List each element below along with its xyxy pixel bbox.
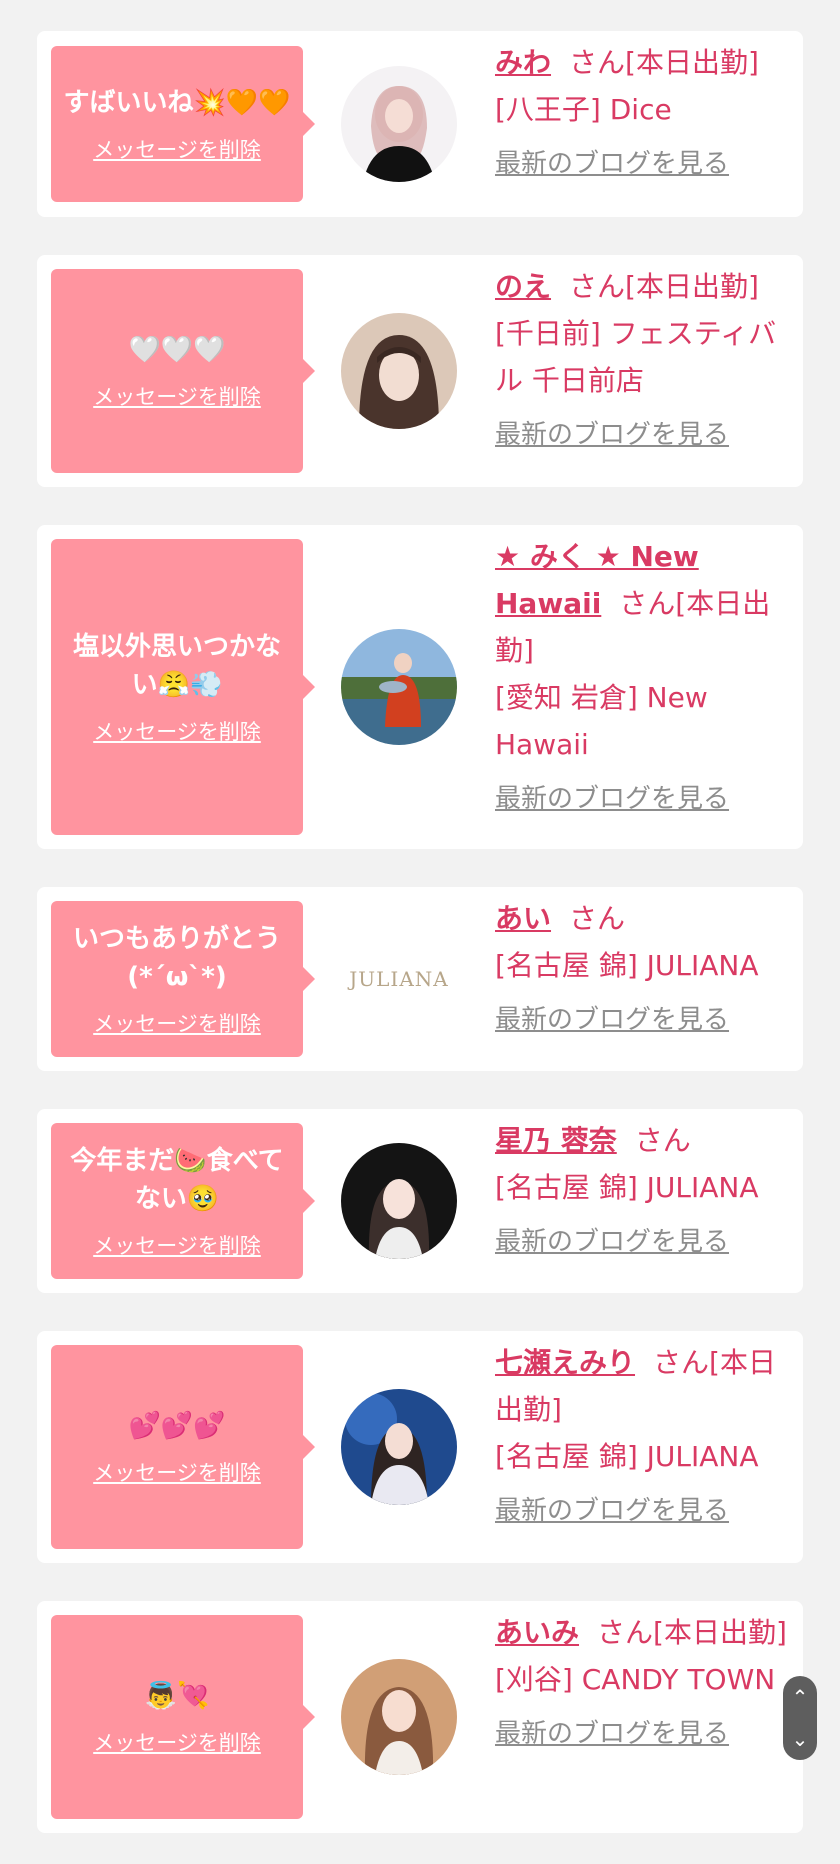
- message-bubble: 今年まだ🍉食べてない🥹 メッセージを削除: [51, 1123, 315, 1279]
- delete-message-link[interactable]: メッセージを削除: [93, 1230, 261, 1260]
- avatar[interactable]: [341, 629, 457, 745]
- scroll-control: ⌃ ⌄: [783, 1676, 817, 1760]
- cast-name-link[interactable]: のえ: [495, 270, 551, 303]
- cast-status: さん[本日出勤]: [569, 270, 759, 303]
- cast-name-link[interactable]: あいみ: [495, 1616, 579, 1649]
- message-bubble: 💕💕💕 メッセージを削除: [51, 1345, 315, 1549]
- shop-name: [名古屋 錦] JULIANA: [495, 1440, 759, 1473]
- message-text: いつもありがとう(*´ω`*): [72, 924, 281, 992]
- shop-logo-text: JULIANA: [349, 967, 449, 991]
- cast-info: のえ さん[本日出勤] [千日前] フェスティバル 千日前店 最新のブログを見る: [495, 263, 795, 452]
- message-card: 🤍🤍🤍 メッセージを削除 のえ さん[本日出勤] [千日前] フェスティバル 千日…: [37, 255, 803, 487]
- message-bubble: すばいいね💥🧡🧡 メッセージを削除: [51, 46, 315, 202]
- cast-name-link[interactable]: 七瀬えみり: [495, 1346, 635, 1379]
- avatar[interactable]: [341, 313, 457, 429]
- message-text: 塩以外思いつかない😤💨: [72, 632, 281, 700]
- latest-blog-link[interactable]: 最新のブログを見る: [495, 782, 795, 816]
- message-card: 👼💘 メッセージを削除 あいみ さん[本日出勤] [刈谷] CANDY TOWN …: [37, 1601, 803, 1833]
- cast-status: さん[本日出勤]: [569, 46, 759, 79]
- cast-info: 星乃 蓉奈 さん [名古屋 錦] JULIANA 最新のブログを見る: [495, 1117, 795, 1259]
- latest-blog-link[interactable]: 最新のブログを見る: [495, 1717, 795, 1751]
- message-text: 🤍🤍🤍: [128, 335, 226, 365]
- chevron-down-icon[interactable]: ⌄: [792, 1729, 809, 1749]
- delete-message-link[interactable]: メッセージを削除: [93, 716, 261, 746]
- cast-info: ★ みく ★ New Hawaii さん[本日出勤] [愛知 岩倉] New Ha…: [495, 533, 795, 816]
- delete-message-link[interactable]: メッセージを削除: [93, 1727, 261, 1757]
- shop-logo[interactable]: JULIANA: [341, 921, 457, 1037]
- message-bubble: 塩以外思いつかない😤💨 メッセージを削除: [51, 539, 315, 835]
- cast-status: さん[本日出勤]: [597, 1616, 787, 1649]
- message-card: 今年まだ🍉食べてない🥹 メッセージを削除 星乃 蓉奈 さん [名古屋 錦] JUL…: [37, 1109, 803, 1293]
- delete-message-link[interactable]: メッセージを削除: [93, 1457, 261, 1487]
- latest-blog-link[interactable]: 最新のブログを見る: [495, 1225, 795, 1259]
- message-text: 👼💘: [144, 1681, 210, 1711]
- latest-blog-link[interactable]: 最新のブログを見る: [495, 1003, 795, 1037]
- message-card: いつもありがとう(*´ω`*) メッセージを削除 JULIANA あい さん [名…: [37, 887, 803, 1071]
- avatar[interactable]: [341, 1659, 457, 1775]
- shop-name: [名古屋 錦] JULIANA: [495, 949, 759, 982]
- shop-name: [刈谷] CANDY TOWN: [495, 1663, 776, 1696]
- message-card: すばいいね💥🧡🧡 メッセージを削除 みわ さん[本日出勤] [八王子] Dice …: [37, 31, 803, 217]
- cast-name-link[interactable]: 星乃 蓉奈: [495, 1124, 617, 1157]
- cast-info: あい さん [名古屋 錦] JULIANA 最新のブログを見る: [495, 895, 795, 1037]
- latest-blog-link[interactable]: 最新のブログを見る: [495, 1494, 795, 1528]
- shop-name: [千日前] フェスティバル 千日前店: [495, 317, 777, 397]
- delete-message-link[interactable]: メッセージを削除: [93, 381, 261, 411]
- message-text: 💕💕💕: [128, 1411, 226, 1441]
- cast-name-link[interactable]: みわ: [495, 46, 551, 79]
- shop-name: [愛知 岩倉] New Hawaii: [495, 681, 708, 761]
- message-bubble: 👼💘 メッセージを削除: [51, 1615, 315, 1819]
- shop-name: [八王子] Dice: [495, 93, 672, 126]
- chevron-up-icon[interactable]: ⌃: [792, 1687, 809, 1707]
- avatar[interactable]: [341, 1143, 457, 1259]
- cast-info: あいみ さん[本日出勤] [刈谷] CANDY TOWN 最新のブログを見る: [495, 1609, 795, 1751]
- delete-message-link[interactable]: メッセージを削除: [93, 1008, 261, 1038]
- message-text: 今年まだ🍉食べてない🥹: [70, 1146, 284, 1214]
- cast-status: さん: [569, 902, 626, 935]
- latest-blog-link[interactable]: 最新のブログを見る: [495, 418, 795, 452]
- message-bubble: いつもありがとう(*´ω`*) メッセージを削除: [51, 901, 315, 1057]
- avatar[interactable]: [341, 1389, 457, 1505]
- latest-blog-link[interactable]: 最新のブログを見る: [495, 147, 795, 181]
- message-text: すばいいね💥🧡🧡: [63, 88, 291, 118]
- cast-info: みわ さん[本日出勤] [八王子] Dice 最新のブログを見る: [495, 39, 795, 181]
- message-bubble: 🤍🤍🤍 メッセージを削除: [51, 269, 315, 473]
- delete-message-link[interactable]: メッセージを削除: [93, 134, 261, 164]
- shop-name: [名古屋 錦] JULIANA: [495, 1171, 759, 1204]
- message-card: 💕💕💕 メッセージを削除 七瀬えみり さん[本日出勤] [名古屋 錦] JULIA…: [37, 1331, 803, 1563]
- avatar[interactable]: [341, 66, 457, 182]
- cast-info: 七瀬えみり さん[本日出勤] [名古屋 錦] JULIANA 最新のブログを見る: [495, 1339, 795, 1528]
- message-card: 塩以外思いつかない😤💨 メッセージを削除 ★ みく ★ New Hawaii さん…: [37, 525, 803, 849]
- cast-name-link[interactable]: あい: [495, 902, 551, 935]
- cast-status: さん: [634, 1124, 691, 1157]
